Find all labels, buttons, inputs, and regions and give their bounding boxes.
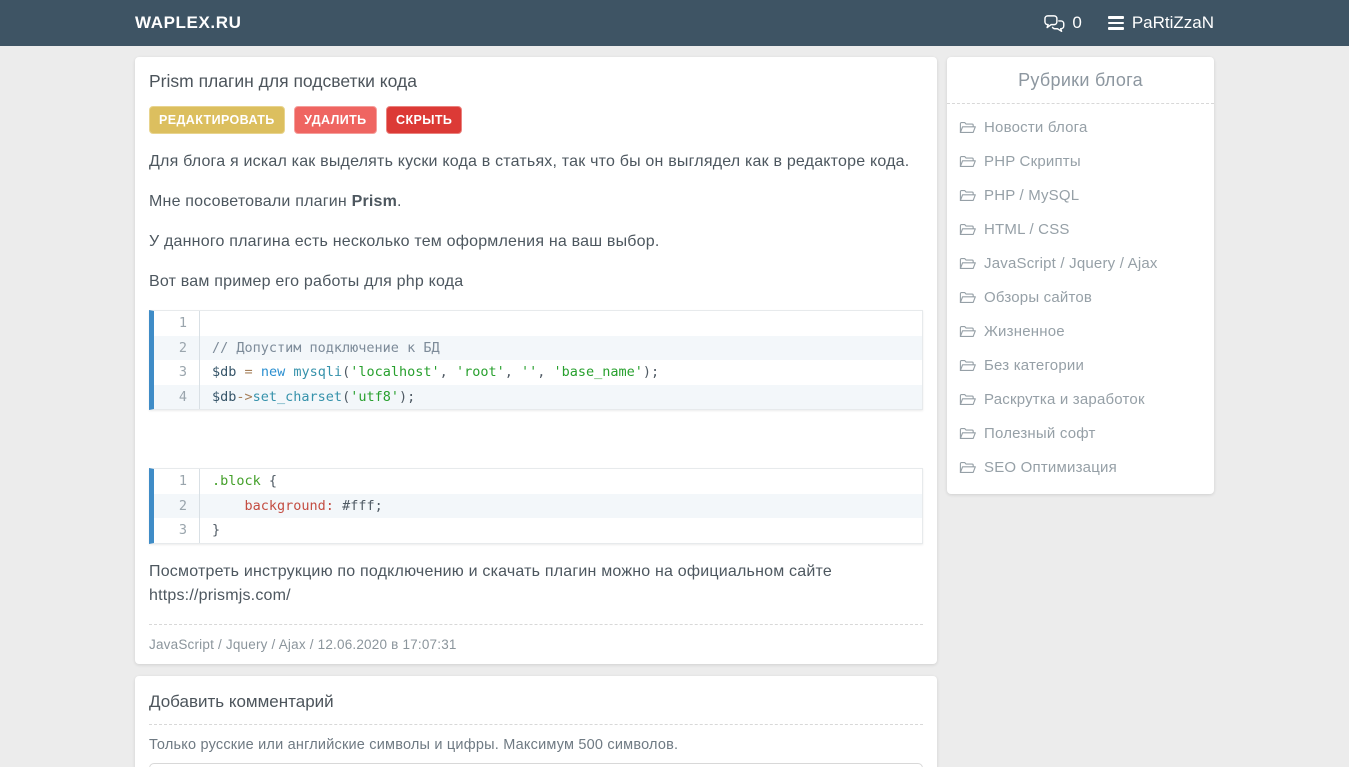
article-paragraph: Мне посоветовали плагин Prism. [149, 190, 923, 214]
folder-icon [959, 188, 976, 203]
code-text: background: #fff; [200, 494, 383, 519]
code-line: 2// Допустим подключение к БД [154, 336, 922, 361]
code-line: 3$db = new mysqli('localhost', 'root', '… [154, 360, 922, 385]
sidebar-item-category[interactable]: PHP Скрипты [947, 144, 1214, 178]
sidebar-item-category[interactable]: Без категории [947, 348, 1214, 382]
code-block-php: 12// Допустим подключение к БД3$db = new… [149, 310, 923, 410]
article-paragraph: Вот вам пример его работы для php кода [149, 270, 923, 294]
add-comment-card: Добавить комментарий Только русские или … [135, 676, 937, 767]
article-card: Prism плагин для подсветки кода РЕДАКТИР… [135, 57, 937, 664]
code-text: $db = new mysqli('localhost', 'root', ''… [200, 360, 659, 385]
category-label: Полезный софт [984, 425, 1096, 442]
code-line: 1 [154, 311, 922, 336]
code-text [200, 311, 212, 336]
folder-icon [959, 120, 976, 135]
category-label: PHP / MySQL [984, 187, 1079, 204]
line-number: 3 [154, 518, 200, 543]
code-text: // Допустим подключение к БД [200, 336, 440, 361]
chat-icon [1043, 13, 1066, 34]
code-block-css: 1.block {2 background: #fff;3} [149, 468, 923, 544]
line-number: 1 [154, 469, 200, 494]
code-line: 1.block { [154, 469, 922, 494]
site-logo[interactable]: WAPLEX.RU [135, 13, 241, 33]
hamburger-icon [1108, 16, 1124, 30]
category-label: JavaScript / Jquery / Ajax [984, 255, 1158, 272]
category-label: HTML / CSS [984, 221, 1070, 238]
sidebar: Рубрики блога Новости блога PHP Скрипты … [947, 57, 1214, 494]
sidebar-item-category[interactable]: Обзоры сайтов [947, 280, 1214, 314]
sidebar-item-category[interactable]: Раскрутка и заработок [947, 382, 1214, 416]
sidebar-item-category[interactable]: JavaScript / Jquery / Ajax [947, 246, 1214, 280]
messages-count: 0 [1072, 13, 1081, 33]
paragraph-text: . [397, 193, 402, 210]
code-line: 2 background: #fff; [154, 494, 922, 519]
sidebar-item-category[interactable]: PHP / MySQL [947, 178, 1214, 212]
folder-icon [959, 256, 976, 271]
sidebar-title: Рубрики блога [947, 57, 1214, 103]
category-label: SEO Оптимизация [984, 459, 1117, 476]
category-label: Без категории [984, 357, 1084, 374]
main-column: Prism плагин для подсветки кода РЕДАКТИР… [135, 57, 937, 767]
line-number: 4 [154, 385, 200, 410]
sidebar-item-category[interactable]: Жизненное [947, 314, 1214, 348]
category-list: Новости блога PHP Скрипты PHP / MySQL HT… [947, 110, 1214, 484]
comment-input[interactable] [149, 763, 923, 767]
code-text: } [200, 518, 220, 543]
line-number: 2 [154, 336, 200, 361]
edit-button[interactable]: РЕДАКТИРОВАТЬ [149, 106, 285, 134]
folder-icon [959, 392, 976, 407]
username: PaRtiZzaN [1132, 13, 1214, 33]
comment-section-title: Добавить комментарий [149, 688, 923, 724]
sidebar-item-category[interactable]: Полезный софт [947, 416, 1214, 450]
category-label: Новости блога [984, 119, 1088, 136]
folder-icon [959, 290, 976, 305]
user-menu[interactable]: PaRtiZzaN [1108, 13, 1214, 33]
category-label: Раскрутка и заработок [984, 391, 1145, 408]
divider [947, 103, 1214, 104]
line-number: 1 [154, 311, 200, 336]
blog-categories-card: Рубрики блога Новости блога PHP Скрипты … [947, 57, 1214, 494]
folder-icon [959, 358, 976, 373]
line-number: 2 [154, 494, 200, 519]
code-text: .block { [200, 469, 277, 494]
article-actions: РЕДАКТИРОВАТЬ УДАЛИТЬ СКРЫТЬ [149, 106, 923, 134]
sidebar-item-category[interactable]: Новости блога [947, 110, 1214, 144]
comment-rules-note: Только русские или английские символы и … [149, 725, 923, 763]
paragraph-bold-text: Prism [352, 193, 397, 210]
article-meta: JavaScript / Jquery / Ajax / 12.06.2020 … [149, 625, 923, 652]
line-number: 3 [154, 360, 200, 385]
article-paragraph: У данного плагина есть несколько тем офо… [149, 230, 923, 254]
category-label: Обзоры сайтов [984, 289, 1092, 306]
code-line: 3} [154, 518, 922, 543]
paragraph-text: Мне посоветовали плагин [149, 193, 352, 210]
sidebar-item-category[interactable]: HTML / CSS [947, 212, 1214, 246]
delete-button[interactable]: УДАЛИТЬ [294, 106, 376, 134]
sidebar-item-category[interactable]: SEO Оптимизация [947, 450, 1214, 484]
folder-icon [959, 154, 976, 169]
folder-icon [959, 460, 976, 475]
category-label: Жизненное [984, 323, 1065, 340]
folder-icon [959, 222, 976, 237]
code-line: 4$db->set_charset('utf8'); [154, 385, 922, 410]
messages-indicator[interactable]: 0 [1043, 13, 1081, 34]
hide-button[interactable]: СКРЫТЬ [386, 106, 462, 134]
category-label: PHP Скрипты [984, 153, 1081, 170]
top-navbar: WAPLEX.RU 0 PaRtiZzaN [0, 0, 1349, 46]
article-paragraph: Посмотреть инструкцию по подключению и с… [149, 560, 923, 608]
folder-icon [959, 426, 976, 441]
article-title: Prism плагин для подсветки кода [149, 67, 923, 102]
article-paragraph: Для блога я искал как выделять куски код… [149, 150, 923, 174]
code-text: $db->set_charset('utf8'); [200, 385, 415, 410]
folder-icon [959, 324, 976, 339]
